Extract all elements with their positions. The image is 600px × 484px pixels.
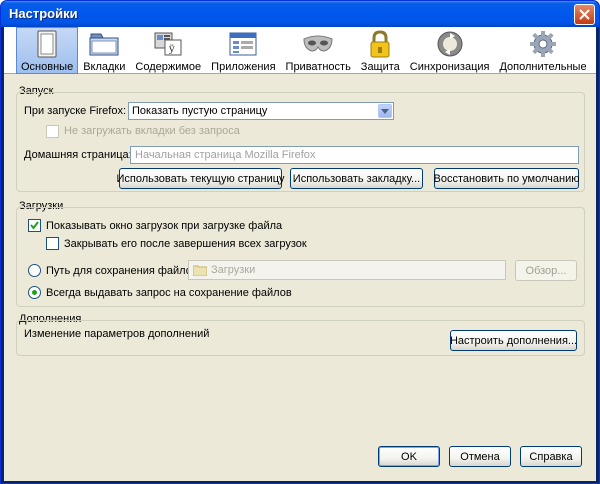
homepage-placeholder: Начальная страница Mozilla Firefox [135,149,316,161]
applications-icon [227,30,259,58]
tab-label: Основные [21,61,74,73]
preferences-window: Настройки Основные Вкладки ÿ Содержимое … [0,0,600,484]
tab-sync[interactable]: Синхронизация [405,27,495,74]
always-ask-label: Всегда выдавать запрос на сохранение фай… [46,287,292,299]
tab-tabs[interactable]: Вкладки [78,27,130,74]
tab-label: Дополнительные [499,61,587,73]
homepage-label: Домашняя страница: [24,149,132,161]
tab-label: Защита [360,61,400,73]
always-ask-radio[interactable] [28,286,41,299]
sync-icon [434,30,466,58]
tab-privacy[interactable]: Приватность [281,27,356,74]
save-path-value: Загрузки [211,264,256,276]
privacy-mask-icon [302,30,334,58]
tab-advanced[interactable]: Дополнительные [494,27,591,74]
tabs-icon [88,30,120,58]
close-button[interactable] [574,4,595,25]
svg-text:ÿ: ÿ [168,44,175,55]
close-when-done-label: Закрывать его после завершения всех загр… [64,238,307,250]
tab-applications[interactable]: Приложения [206,27,280,74]
cancel-button[interactable]: Отмена [449,446,511,467]
show-downloads-checkbox[interactable] [28,219,41,232]
use-current-page-button[interactable]: Использовать текущую страницу [116,168,285,189]
title-bar[interactable]: Настройки [1,1,599,27]
tab-label: Приложения [211,61,276,73]
on-start-select[interactable]: Показать пустую страницу [128,102,394,120]
tab-general[interactable]: Основные [16,27,79,74]
no-load-tabs-label: Не загружать вкладки без запроса [64,125,240,137]
homepage-input[interactable]: Начальная страница Mozilla Firefox [130,146,579,164]
no-load-tabs-checkbox[interactable] [46,125,59,138]
show-downloads-label: Показывать окно загрузок при загрузке фа… [46,220,283,232]
security-lock-icon [364,30,396,58]
addons-description: Изменение параметров дополнений [24,328,210,340]
save-path-radio[interactable] [28,264,41,277]
folder-icon [193,265,207,276]
preferences-toolbar: Основные Вкладки ÿ Содержимое Приложения… [4,27,596,74]
save-path-label: Путь для сохранения файлов [46,265,198,277]
close-icon [579,9,590,20]
restore-default-button[interactable]: Восстановить по умолчанию [434,168,579,189]
tab-label: Приватность [285,61,351,73]
on-start-label: При запуске Firefox: [24,105,127,117]
chevron-down-icon[interactable] [378,104,392,118]
advanced-gear-icon [527,30,559,58]
use-bookmark-button[interactable]: Использовать закладку... [290,168,423,189]
close-when-done-checkbox[interactable] [46,237,59,250]
content-icon: ÿ [152,30,184,58]
ok-button[interactable]: OK [378,446,440,467]
radio-selected-dot [32,290,37,295]
tab-label: Синхронизация [409,61,490,73]
manage-addons-button[interactable]: Настроить дополнения... [450,330,577,351]
browse-button[interactable]: Обзор... [515,260,577,281]
on-start-value: Показать пустую страницу [132,105,268,117]
preferences-client-area: Основные Вкладки ÿ Содержимое Приложения… [4,27,596,481]
tab-content[interactable]: ÿ Содержимое [130,27,206,74]
general-icon [31,30,63,58]
tab-label: Содержимое [135,61,202,73]
window-title: Настройки [9,6,78,21]
save-path-field[interactable]: Загрузки [188,260,506,280]
tab-label: Вкладки [83,61,126,73]
checkmark-icon [30,221,39,230]
help-button[interactable]: Справка [520,446,582,467]
tab-security[interactable]: Защита [356,27,405,74]
